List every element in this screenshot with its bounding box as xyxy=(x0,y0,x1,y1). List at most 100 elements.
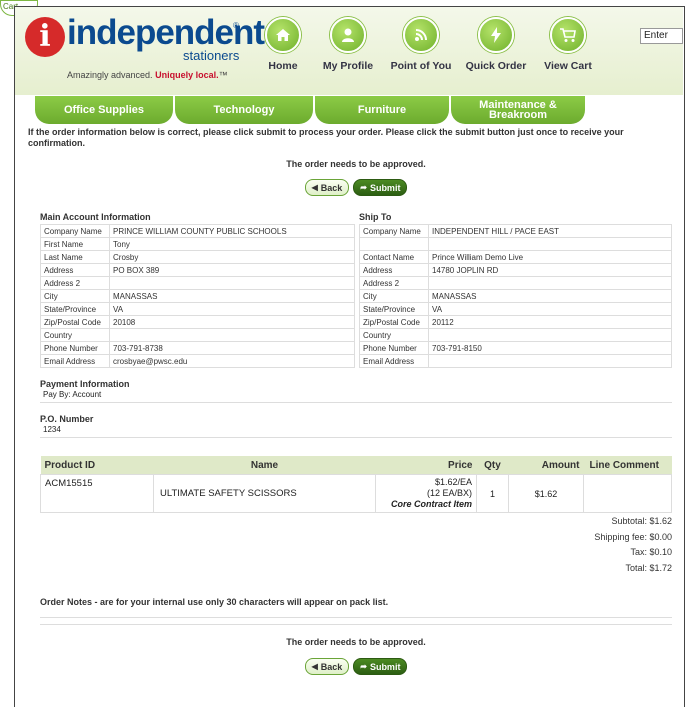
category-technology[interactable]: Technology xyxy=(175,96,313,124)
info-row: State/Province VA xyxy=(359,302,672,316)
logo-wordmark[interactable]: independent xyxy=(67,13,265,53)
subtotal: Subtotal: $1.62 xyxy=(611,516,672,526)
info-label: Zip/Postal Code xyxy=(40,315,110,329)
approval-note-top: The order needs to be approved. xyxy=(286,159,426,169)
info-label: Country xyxy=(359,328,429,342)
info-row: State/Province VA xyxy=(40,302,355,316)
nav-point-of-you[interactable]: Point of You xyxy=(385,17,457,72)
info-label: Contact Name xyxy=(359,250,429,264)
search-enter-field[interactable]: Enter xyxy=(640,28,683,44)
product-amount-cell: $1.62 xyxy=(508,474,584,513)
nav-quick-order-label: Quick Order xyxy=(465,60,527,72)
ship-to-section: Ship To Company Name INDEPENDENT HILL / P… xyxy=(359,212,672,368)
category-furniture[interactable]: Furniture xyxy=(315,96,449,124)
main-account-table: Company Name PRINCE WILLIAM COUNTY PUBLIC… xyxy=(40,224,355,368)
info-row: Zip/Postal Code 20112 xyxy=(359,315,672,329)
back-arrow-icon: ◀ xyxy=(311,662,318,671)
info-row: Email Address xyxy=(359,354,672,368)
info-label xyxy=(359,237,429,251)
info-label: Email Address xyxy=(40,354,110,368)
info-value: Crosby xyxy=(109,250,355,264)
category-office-supplies[interactable]: Office Supplies xyxy=(35,96,173,124)
info-label: Email Address xyxy=(359,354,429,368)
col-product-id: Product ID xyxy=(40,456,154,475)
info-label: State/Province xyxy=(359,302,429,316)
info-row: Address 2 xyxy=(40,276,355,290)
left-margin-strip xyxy=(0,0,14,180)
nav-my-profile[interactable]: My Profile xyxy=(315,17,381,72)
logo-subtitle: stationers xyxy=(183,48,240,63)
info-value: VA xyxy=(109,302,355,316)
po-value: 1234 xyxy=(40,424,672,438)
info-label: Address 2 xyxy=(40,276,110,290)
info-value xyxy=(109,276,355,290)
nav-my-profile-label: My Profile xyxy=(322,60,374,72)
info-label: Phone Number xyxy=(40,341,110,355)
back-button-label: Back xyxy=(320,182,343,193)
info-row: Country xyxy=(359,328,672,342)
info-value: MANASSAS xyxy=(109,289,355,303)
info-value: PRINCE WILLIAM COUNTY PUBLIC SCHOOLS xyxy=(109,224,355,238)
info-row: Contact Name Prince William Demo Live xyxy=(359,250,672,264)
info-label: City xyxy=(359,289,429,303)
nav-quick-order[interactable]: Quick Order xyxy=(461,17,531,72)
product-qty-cell: 1 xyxy=(476,474,509,513)
submit-button-label: Submit xyxy=(369,182,401,193)
category-bar: Office Supplies Technology Furniture Mai… xyxy=(35,96,587,124)
nav-home-label: Home xyxy=(268,60,298,72)
order-notes-field[interactable] xyxy=(40,607,672,618)
total: Total: $1.72 xyxy=(625,562,672,573)
info-value xyxy=(428,328,672,342)
back-button-bottom[interactable]: ◀ Back xyxy=(304,658,350,675)
action-buttons-top: ◀ Back ➦ Submit xyxy=(40,179,672,196)
logo-registered-mark: ® xyxy=(233,21,239,30)
order-notes-divider xyxy=(40,618,672,625)
info-value: crosbyae@pwsc.edu xyxy=(109,354,355,368)
info-row: First Name Tony xyxy=(40,237,355,251)
info-row: Phone Number 703-791-8150 xyxy=(359,341,672,355)
product-comment-cell[interactable] xyxy=(583,474,672,513)
intro-text: If the order information below is correc… xyxy=(28,127,624,148)
submit-button-bottom[interactable]: ➦ Submit xyxy=(353,658,408,675)
order-review: If the order information below is correc… xyxy=(28,127,672,675)
price-pack: (12 EA/BX) xyxy=(426,488,472,498)
col-price: Price xyxy=(375,456,477,475)
category-maintenance-breakroom[interactable]: Maintenance & Breakroom xyxy=(451,96,585,124)
home-icon xyxy=(265,17,301,53)
nav-home[interactable]: Home xyxy=(255,17,311,72)
info-row: Company Name PRINCE WILLIAM COUNTY PUBLIC… xyxy=(40,224,355,238)
lightning-icon xyxy=(478,17,514,53)
product-name-cell[interactable]: ULTIMATE SAFETY SCISSORS xyxy=(153,474,376,513)
info-row: Address 14780 JOPLIN RD xyxy=(359,263,672,277)
submit-button[interactable]: ➦ Submit xyxy=(353,179,408,196)
order-notes-section: Order Notes - are for your internal use … xyxy=(40,597,672,625)
nav-point-of-you-label: Point of You xyxy=(390,60,452,72)
nav-view-cart-label: View Cart xyxy=(544,60,592,72)
info-row: Zip/Postal Code 20108 xyxy=(40,315,355,329)
back-button[interactable]: ◀ Back xyxy=(304,179,350,196)
table-row: ACM15515 ULTIMATE SAFETY SCISSORS $1.62/… xyxy=(40,474,672,513)
info-value xyxy=(428,354,672,368)
product-table-header: Product ID Name Price Qty Amount Line Co… xyxy=(40,456,672,475)
main-account-title: Main Account Information xyxy=(40,212,151,222)
main-account-section: Main Account Information Company Name PRI… xyxy=(40,212,355,368)
user-icon xyxy=(330,17,366,53)
info-row: Last Name Crosby xyxy=(40,250,355,264)
nav-view-cart[interactable]: View Cart xyxy=(535,17,601,72)
info-value: 703-791-8150 xyxy=(428,341,672,355)
col-line-comment: Line Comment xyxy=(583,456,672,475)
info-label: State/Province xyxy=(40,302,110,316)
info-row: Country xyxy=(40,328,355,342)
logo-i-icon[interactable]: i xyxy=(25,17,65,57)
info-label: Company Name xyxy=(359,224,429,238)
order-notes-title: Order Notes - are for your internal use … xyxy=(40,597,389,607)
col-name: Name xyxy=(153,456,376,475)
info-row: Address 2 xyxy=(359,276,672,290)
info-row: Email Address crosbyae@pwsc.edu xyxy=(40,354,355,368)
col-qty: Qty xyxy=(476,456,509,475)
info-row: City MANASSAS xyxy=(359,289,672,303)
info-value: 703-791-8738 xyxy=(109,341,355,355)
info-label: Country xyxy=(40,328,110,342)
action-buttons-bottom: ◀ Back ➦ Submit xyxy=(40,658,672,675)
core-contract-label: Core Contract Item xyxy=(390,499,472,509)
